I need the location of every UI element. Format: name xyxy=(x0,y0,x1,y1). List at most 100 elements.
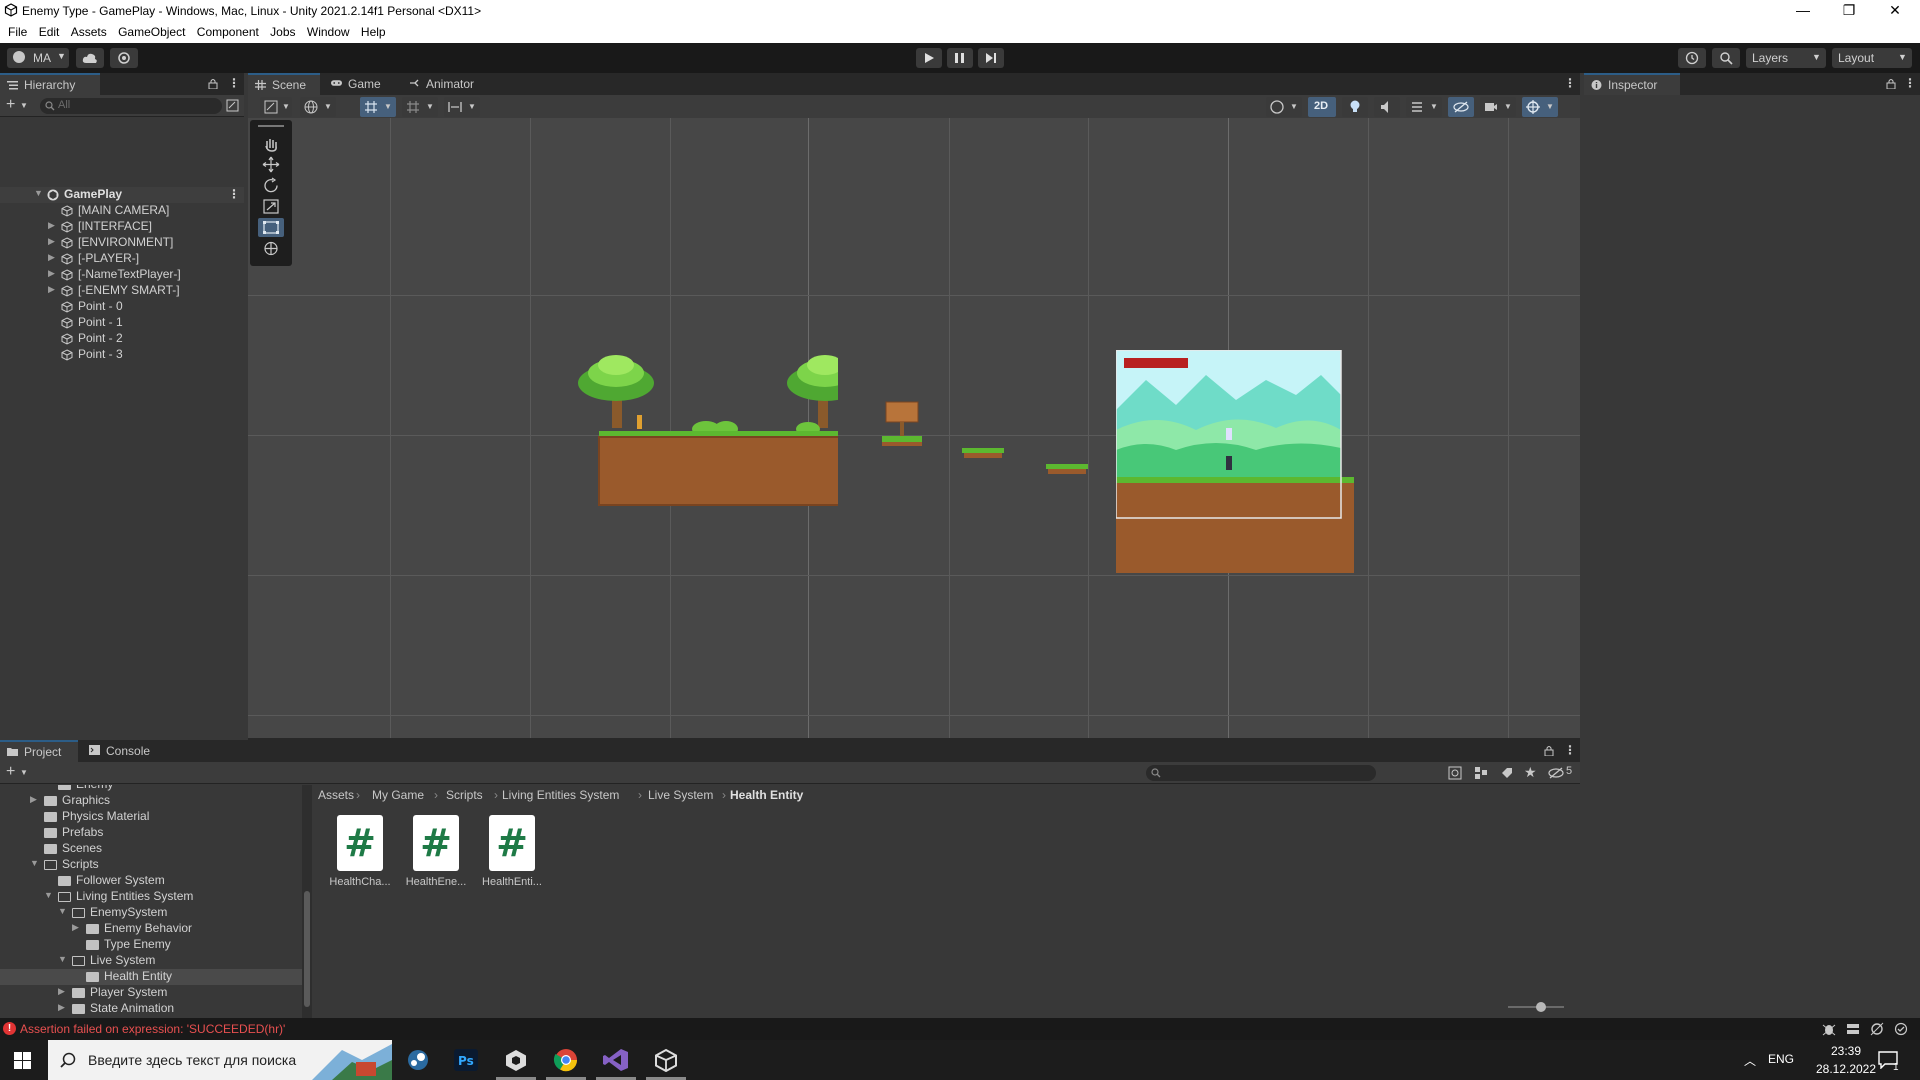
project-folder-item[interactable]: ▶ Player System xyxy=(0,985,302,1001)
project-folder-item[interactable]: Health Entity xyxy=(0,969,302,985)
project-folder-item[interactable]: ▶ Enemy Behavior xyxy=(0,921,302,937)
star-icon[interactable]: ★ xyxy=(1524,764,1537,781)
clock-date[interactable]: 28.12.2022 xyxy=(1806,1062,1886,1076)
gizmos-dropdown[interactable]: ▼ xyxy=(1522,97,1558,117)
expand-arrow-icon[interactable]: ▼ xyxy=(58,906,67,916)
tab-animator[interactable]: Animator xyxy=(402,73,492,95)
project-folder-item[interactable]: ▼ Scripts xyxy=(0,857,302,873)
snap-increment-dropdown[interactable]: ▼ xyxy=(402,97,438,117)
chevron-down-icon[interactable]: ▼ xyxy=(20,101,28,110)
csharp-script-icon[interactable]: # xyxy=(337,815,383,871)
status-error-message[interactable]: Assertion failed on expression: 'SUCCEED… xyxy=(20,1022,285,1036)
scene-viewport[interactable] xyxy=(248,118,1580,738)
expand-arrow-icon[interactable]: ▼ xyxy=(58,954,67,964)
project-folder-item[interactable]: ▼ Live System xyxy=(0,953,302,969)
tab-console[interactable]: Console xyxy=(82,740,164,762)
collab-button[interactable] xyxy=(110,48,138,68)
expand-arrow-icon[interactable]: ▶ xyxy=(58,986,65,997)
menu-component[interactable]: Component xyxy=(197,22,259,39)
rotate-tool-button[interactable] xyxy=(258,176,284,195)
project-folder-item[interactable]: ▶ Graphics xyxy=(0,793,302,809)
project-folder-item[interactable]: Prefabs xyxy=(0,825,302,841)
hierarchy-item[interactable]: ▶ [INTERFACE] xyxy=(0,219,244,235)
auto-generate-lighting-icon[interactable] xyxy=(1870,1022,1884,1036)
project-folder-item[interactable]: Enemy xyxy=(0,785,302,793)
kebab-menu-icon[interactable]: ⋮ xyxy=(228,76,240,90)
clock-time[interactable]: 23:39 xyxy=(1818,1044,1874,1058)
unity-hub-icon[interactable] xyxy=(502,1048,530,1072)
hierarchy-item[interactable]: [MAIN CAMERA] xyxy=(0,203,244,219)
tab-game[interactable]: Game xyxy=(324,73,400,95)
filter-type-icon[interactable] xyxy=(1474,766,1488,780)
breadcrumb-current[interactable]: Health Entity xyxy=(730,788,803,802)
hierarchy-item[interactable]: ▶ [-NameTextPlayer-] xyxy=(0,267,244,283)
hierarchy-scene-root[interactable]: ▼ GamePlay ⋮ xyxy=(0,187,244,203)
signpost[interactable] xyxy=(878,400,928,450)
tree-scrollbar[interactable] xyxy=(302,785,312,1018)
expand-arrow-icon[interactable]: ▼ xyxy=(44,890,53,900)
expand-arrow-icon[interactable]: ▶ xyxy=(48,220,55,231)
undo-history-button[interactable] xyxy=(1678,48,1706,68)
expand-arrow-icon[interactable]: ▶ xyxy=(30,794,37,805)
expand-arrow-icon[interactable]: ▶ xyxy=(58,1002,65,1013)
toggle-2d-button[interactable]: 2D xyxy=(1308,97,1336,117)
menu-jobs[interactable]: Jobs xyxy=(270,22,295,39)
tray-expand-icon[interactable]: ︿ xyxy=(1744,1052,1756,1069)
visual-studio-icon[interactable] xyxy=(602,1048,630,1072)
layers-dropdown[interactable]: Layers ▼ xyxy=(1746,48,1826,68)
cloud-button[interactable] xyxy=(76,48,104,68)
breadcrumb-item[interactable]: Assets xyxy=(318,788,354,802)
grid-snap-dropdown[interactable]: ▼ xyxy=(360,97,396,117)
breadcrumb-item[interactable]: Living Entities System xyxy=(502,788,619,802)
expand-arrow-icon[interactable]: ▼ xyxy=(34,188,43,198)
layout-dropdown[interactable]: Layout ▼ xyxy=(1832,48,1912,68)
minimize-button[interactable]: — xyxy=(1780,0,1826,22)
floating-platform-1[interactable] xyxy=(962,448,1006,460)
tab-hierarchy[interactable]: Hierarchy xyxy=(0,73,100,95)
kebab-menu-icon[interactable]: ⋮ xyxy=(1904,76,1916,90)
pause-button[interactable] xyxy=(947,48,973,68)
add-icon[interactable]: + xyxy=(6,763,15,781)
expand-arrow-icon[interactable]: ▶ xyxy=(48,236,55,247)
breadcrumb-item[interactable]: Scripts xyxy=(446,788,483,802)
hierarchy-item[interactable]: ▶ [-ENEMY SMART-] xyxy=(0,283,244,299)
project-folder-item[interactable]: Scenes xyxy=(0,841,302,857)
bug-icon[interactable] xyxy=(1822,1022,1836,1036)
add-icon[interactable]: + xyxy=(6,96,15,114)
check-circle-icon[interactable] xyxy=(1894,1022,1908,1036)
hierarchy-item[interactable]: ▶ [-PLAYER-] xyxy=(0,251,244,267)
draw-mode-dropdown[interactable]: ▼ xyxy=(260,97,292,117)
project-folder-item[interactable]: ▶ State Animation xyxy=(0,1001,302,1017)
audio-toggle[interactable] xyxy=(1374,97,1400,117)
menu-assets[interactable]: Assets xyxy=(71,22,107,39)
account-dropdown[interactable]: MA ▼ xyxy=(7,48,69,68)
language-indicator[interactable]: ENG xyxy=(1768,1052,1794,1066)
tree-scrollbar-thumb[interactable] xyxy=(304,891,310,1007)
shading-dropdown[interactable]: ▼ xyxy=(1266,97,1302,117)
csharp-script-icon[interactable]: # xyxy=(413,815,459,871)
menu-edit[interactable]: Edit xyxy=(39,22,60,39)
search-button[interactable] xyxy=(1712,48,1740,68)
hierarchy-item[interactable]: Point - 1 xyxy=(0,315,244,331)
expand-arrow-icon[interactable]: ▶ xyxy=(48,268,55,279)
project-folder-item[interactable]: ▼ EnemySystem xyxy=(0,905,302,921)
ground-platform-left[interactable] xyxy=(578,353,838,523)
lock-icon[interactable] xyxy=(1544,745,1554,756)
label-icon[interactable] xyxy=(1500,766,1514,780)
step-button[interactable] xyxy=(978,48,1004,68)
global-local-dropdown[interactable]: ▼ xyxy=(300,97,336,117)
move-tool-button[interactable] xyxy=(258,155,284,174)
lighting-toggle[interactable] xyxy=(1342,97,1368,117)
kebab-menu-icon[interactable]: ⋮ xyxy=(1564,743,1576,757)
steam-icon[interactable] xyxy=(404,1048,432,1072)
photoshop-icon[interactable]: Ps xyxy=(452,1048,480,1072)
menu-help[interactable]: Help xyxy=(361,22,386,39)
file-label[interactable]: HealthEne... xyxy=(401,876,471,888)
project-folder-item[interactable]: Type Enemy xyxy=(0,937,302,953)
chevron-down-icon[interactable]: ▼ xyxy=(20,768,28,777)
chrome-icon[interactable] xyxy=(552,1048,580,1072)
eye-slash-icon[interactable] xyxy=(1548,767,1564,779)
project-folder-item[interactable]: ▼ Living Entities System xyxy=(0,889,302,905)
csharp-script-icon[interactable]: # xyxy=(489,815,535,871)
lock-icon[interactable] xyxy=(1886,78,1896,89)
